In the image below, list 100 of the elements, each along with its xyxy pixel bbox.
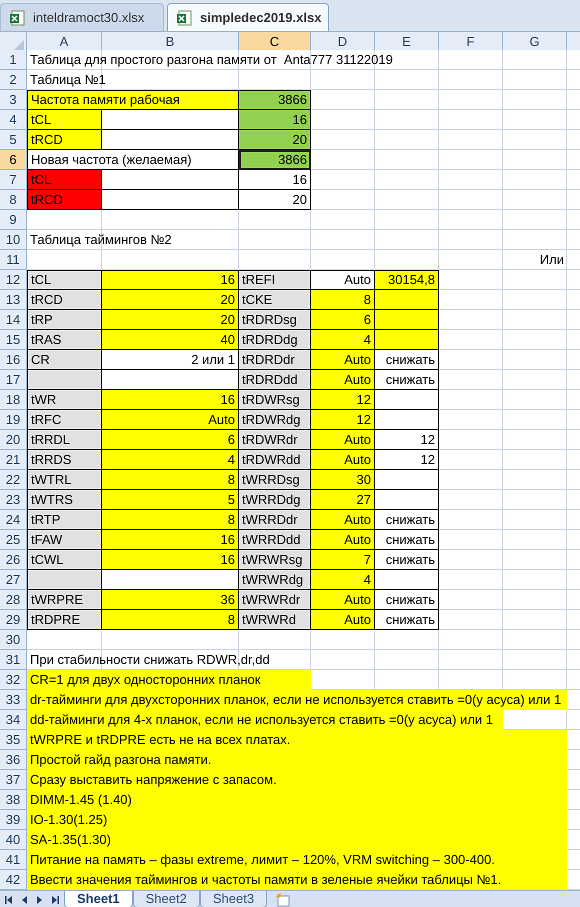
row-header[interactable]: 17 xyxy=(0,370,27,390)
sheet-tab[interactable]: Sheet3 xyxy=(200,891,268,907)
spreadsheet-cell[interactable]: tCKE xyxy=(239,290,311,310)
spreadsheet-cell[interactable]: tRCD xyxy=(27,290,102,310)
spreadsheet-cell[interactable]: Частота памяти рабочая xyxy=(27,90,239,110)
row-header[interactable]: 38 xyxy=(0,790,27,810)
spreadsheet-cell[interactable]: tRDWRdg xyxy=(239,410,311,430)
row-header[interactable]: 31 xyxy=(0,650,27,670)
spreadsheet-cell[interactable]: tWR xyxy=(27,390,102,410)
spreadsheet-cell[interactable]: tRAS xyxy=(27,330,102,350)
spreadsheet-cell[interactable]: tRDWRsg xyxy=(239,390,311,410)
spreadsheet-cell[interactable]: dd-тайминги для 4-х планок, если не используется ставить =0(у асуса) или 1 xyxy=(27,710,503,730)
spreadsheet-cell[interactable]: tRCD xyxy=(27,130,102,150)
row-header[interactable]: 42 xyxy=(0,870,27,890)
spreadsheet-cell[interactable]: Или xyxy=(375,250,567,270)
spreadsheet-cell[interactable]: 3866 xyxy=(239,150,311,170)
spreadsheet-cell[interactable]: Auto xyxy=(311,430,375,450)
row-header[interactable]: 36 xyxy=(0,750,27,770)
row-header[interactable]: 32 xyxy=(0,670,27,690)
row-header[interactable]: 11 xyxy=(0,250,27,270)
spreadsheet-cell[interactable]: Таблица для простого разгона памяти от Anta777 31122019 xyxy=(27,50,567,70)
spreadsheet-cell[interactable]: 12 xyxy=(375,430,439,450)
spreadsheet-cell[interactable]: Таблица №1 xyxy=(27,70,567,90)
spreadsheet-cell[interactable]: 8 xyxy=(102,610,239,630)
spreadsheet-cell[interactable]: tREFI xyxy=(239,270,311,290)
spreadsheet-cell[interactable]: tRRDL xyxy=(27,430,102,450)
spreadsheet-cell[interactable]: 6 xyxy=(102,430,239,450)
spreadsheet-cell[interactable]: 20 xyxy=(102,290,239,310)
row-header[interactable]: 16 xyxy=(0,350,27,370)
spreadsheet-cell[interactable]: 5 xyxy=(102,490,239,510)
row-header[interactable]: 9 xyxy=(0,210,27,230)
row-header[interactable]: 21 xyxy=(0,450,27,470)
row-header[interactable]: 37 xyxy=(0,770,27,790)
spreadsheet-cell[interactable]: tRDPRE xyxy=(27,610,102,630)
spreadsheet-cell[interactable]: 12 xyxy=(311,390,375,410)
spreadsheet-cell[interactable]: tRDRDdg xyxy=(239,330,311,350)
spreadsheet-cell[interactable]: 6 xyxy=(311,310,375,330)
spreadsheet-cell[interactable]: 16 xyxy=(102,550,239,570)
spreadsheet-cell[interactable]: tRTP xyxy=(27,510,102,530)
spreadsheet-cell[interactable]: Auto xyxy=(311,450,375,470)
spreadsheet-cell[interactable]: SA-1.35(1.30) xyxy=(27,830,567,850)
row-header[interactable]: 19 xyxy=(0,410,27,430)
spreadsheet-cell[interactable]: tRDRDdd xyxy=(239,370,311,390)
row-header[interactable]: 13 xyxy=(0,290,27,310)
spreadsheet-cell[interactable]: снижать xyxy=(375,510,439,530)
row-header[interactable]: 6 xyxy=(0,150,27,170)
spreadsheet-cell[interactable]: 4 xyxy=(311,330,375,350)
spreadsheet-cell[interactable]: снижать xyxy=(375,350,439,370)
row-header[interactable]: 39 xyxy=(0,810,27,830)
row-header[interactable]: 10 xyxy=(0,230,27,250)
row-header[interactable]: 23 xyxy=(0,490,27,510)
spreadsheet-cell[interactable]: tWRWRd xyxy=(239,610,311,630)
spreadsheet-cell[interactable]: Auto xyxy=(311,530,375,550)
spreadsheet-cell[interactable]: CR xyxy=(27,350,102,370)
row-header[interactable]: 22 xyxy=(0,470,27,490)
spreadsheet-cell[interactable]: 16 xyxy=(102,270,239,290)
spreadsheet-cell[interactable]: tWRRDdd xyxy=(239,530,311,550)
spreadsheet-cell[interactable]: Сразу выставить напряжение с запасом. xyxy=(27,770,567,790)
spreadsheet-cell[interactable]: 8 xyxy=(311,290,375,310)
row-header[interactable]: 3 xyxy=(0,90,27,110)
spreadsheet-cell[interactable]: 16 xyxy=(239,170,311,190)
spreadsheet-cell[interactable]: 4 xyxy=(102,450,239,470)
row-header[interactable]: 1 xyxy=(0,50,27,70)
spreadsheet-cell[interactable]: tRDRDdr xyxy=(239,350,311,370)
row-header[interactable]: 41 xyxy=(0,850,27,870)
spreadsheet-cell[interactable]: Таблица таймингов №2 xyxy=(27,230,567,250)
spreadsheet-cell[interactable]: Auto xyxy=(311,610,375,630)
spreadsheet-cell[interactable]: 30154,8 xyxy=(375,270,439,290)
row-header[interactable]: 8 xyxy=(0,190,27,210)
spreadsheet-cell[interactable]: 12 xyxy=(375,450,439,470)
spreadsheet-cell[interactable]: Питание на память – фазы extreme, лимит – 120%, VRM switching – 300-400. xyxy=(27,850,567,870)
spreadsheet-cell[interactable]: 27 xyxy=(311,490,375,510)
row-header[interactable]: 20 xyxy=(0,430,27,450)
spreadsheet-cell[interactable]: 16 xyxy=(239,110,311,130)
spreadsheet-cell[interactable]: 30 xyxy=(311,470,375,490)
row-header[interactable]: 18 xyxy=(0,390,27,410)
spreadsheet-cell[interactable]: tRFC xyxy=(27,410,102,430)
spreadsheet-cell[interactable]: снижать xyxy=(375,370,439,390)
spreadsheet-cell[interactable]: 7 xyxy=(311,550,375,570)
spreadsheet-cell[interactable]: tRRDS xyxy=(27,450,102,470)
spreadsheet-cell[interactable]: Auto xyxy=(311,350,375,370)
file-tab[interactable]: inteldramoct30.xlsx xyxy=(0,3,164,31)
spreadsheet-cell[interactable]: tRCD xyxy=(27,190,102,210)
spreadsheet-cell[interactable]: 12 xyxy=(311,410,375,430)
spreadsheet-cell[interactable]: tWTRL xyxy=(27,470,102,490)
row-header[interactable]: 25 xyxy=(0,530,27,550)
spreadsheet-cell[interactable]: tCL xyxy=(27,270,102,290)
spreadsheet-cell[interactable]: tWRWRdg xyxy=(239,570,311,590)
spreadsheet-cell[interactable]: tRDWRdr xyxy=(239,430,311,450)
row-header[interactable]: 35 xyxy=(0,730,27,750)
spreadsheet-cell[interactable]: tCL xyxy=(27,110,102,130)
spreadsheet-cell[interactable]: 8 xyxy=(102,470,239,490)
spreadsheet-cell[interactable]: снижать xyxy=(375,590,439,610)
spreadsheet-cell[interactable]: dr-тайминги для двухсторонних планок, если не используется ставить =0(у асуса) или 1 xyxy=(27,690,567,710)
row-header[interactable]: 33 xyxy=(0,690,27,710)
spreadsheet-cell[interactable]: 2 или 1 xyxy=(102,350,239,370)
spreadsheet-cell[interactable]: tRDWRdd xyxy=(239,450,311,470)
spreadsheet-cell[interactable]: tCL xyxy=(27,170,102,190)
spreadsheet-cell[interactable]: Ввести значения таймингов и частоты памяти в зеленые ячейки таблицы №1. xyxy=(27,870,567,890)
spreadsheet-cell[interactable]: tWRPRE и tRDPRE есть не на всех платах. xyxy=(27,730,567,750)
